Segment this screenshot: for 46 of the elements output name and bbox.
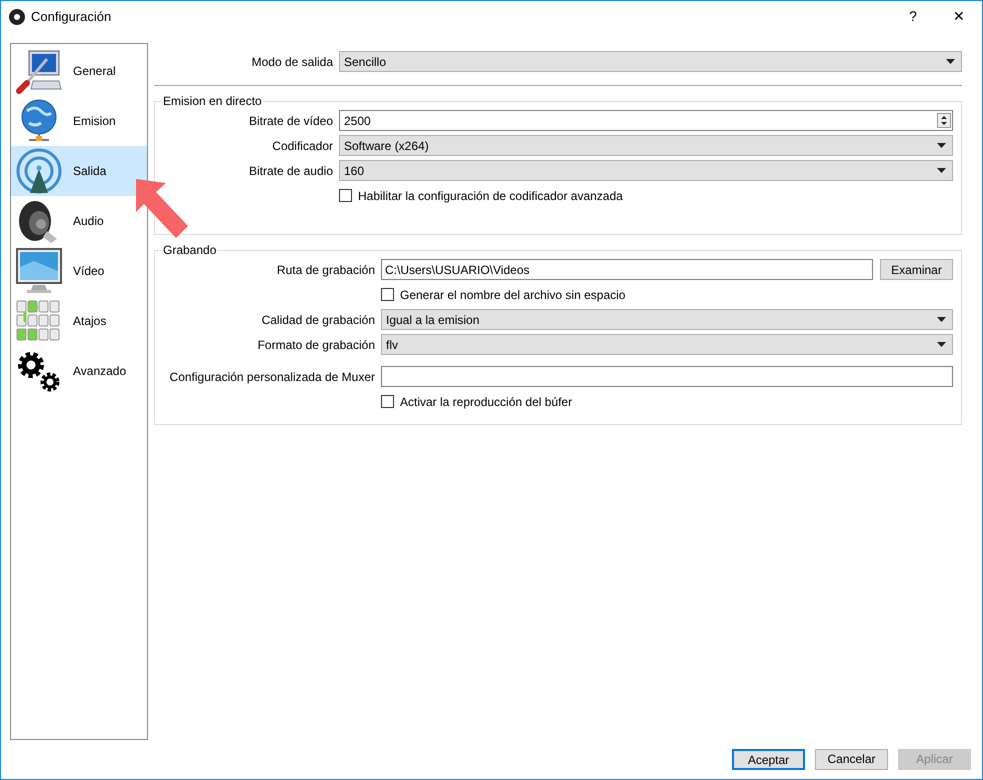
sidebar-item[interactable]: Vídeo <box>11 246 147 296</box>
dropdown[interactable]: Software (x264) <box>339 135 953 156</box>
dropdown-caret-icon <box>937 317 946 322</box>
spin-field[interactable]: 2500 <box>339 110 953 131</box>
field-label: Configuración personalizada de Muxer <box>170 368 375 386</box>
spin-arrows-icon[interactable] <box>937 113 951 128</box>
field-label: Bitrate de audio <box>248 162 333 180</box>
path-field[interactable]: C:\Users\USUARIO\Videos <box>381 259 873 280</box>
sidebar-item[interactable]: Atajos <box>11 296 147 346</box>
field-label: Bitrate de vídeo <box>248 112 333 130</box>
sidebar-item[interactable]: Audio <box>11 196 147 246</box>
sidebar-item[interactable]: Avanzado <box>11 346 147 396</box>
text-field[interactable] <box>381 366 953 387</box>
dropdown-caret-icon <box>937 168 946 173</box>
help-button[interactable]: ? <box>890 1 936 32</box>
sidebar-item[interactable]: Emision <box>11 96 147 146</box>
window-title: Configuración <box>31 8 112 26</box>
field-label: Formato de grabación <box>258 336 375 354</box>
monitor-icon <box>15 247 63 295</box>
field-label: Modo de salida <box>252 54 333 70</box>
checkbox[interactable] <box>339 189 352 202</box>
dropdown[interactable]: flv <box>381 334 953 355</box>
checkbox[interactable] <box>381 288 394 301</box>
group-title: Grabando <box>162 242 218 259</box>
browse-button[interactable]: Examinar <box>880 259 953 280</box>
dropdown[interactable]: Sencillo <box>339 51 962 72</box>
dropdown-caret-icon <box>946 59 955 64</box>
dropdown-caret-icon <box>937 143 946 148</box>
app-logo-icon <box>9 8 25 24</box>
field-label: Calidad de grabación <box>262 312 375 328</box>
dropdown[interactable]: Igual a la emision <box>381 309 953 330</box>
dropdown-caret-icon <box>937 342 946 347</box>
field-label: Codificador <box>272 138 333 154</box>
checkbox[interactable] <box>381 395 394 408</box>
sidebar-item[interactable]: Salida <box>11 146 147 196</box>
sidebar-item[interactable]: General <box>11 46 147 96</box>
dialog-button[interactable]: Cancelar <box>815 748 888 770</box>
dialog-button[interactable]: Aceptar <box>732 748 805 770</box>
checkbox-label: Generar el nombre del archivo sin espacio <box>400 286 626 304</box>
field-label: Ruta de grabación <box>276 262 375 278</box>
checkbox-label: Habilitar la configuración de codificador avanzada <box>358 188 623 204</box>
broadcast-antenna-icon <box>15 147 63 195</box>
group-title: Emision en directo <box>162 93 263 110</box>
checkbox-label: Activar la reproducción del búfer <box>400 394 572 410</box>
dropdown[interactable]: 160 <box>339 160 953 181</box>
close-button[interactable]: ✕ <box>936 1 982 32</box>
